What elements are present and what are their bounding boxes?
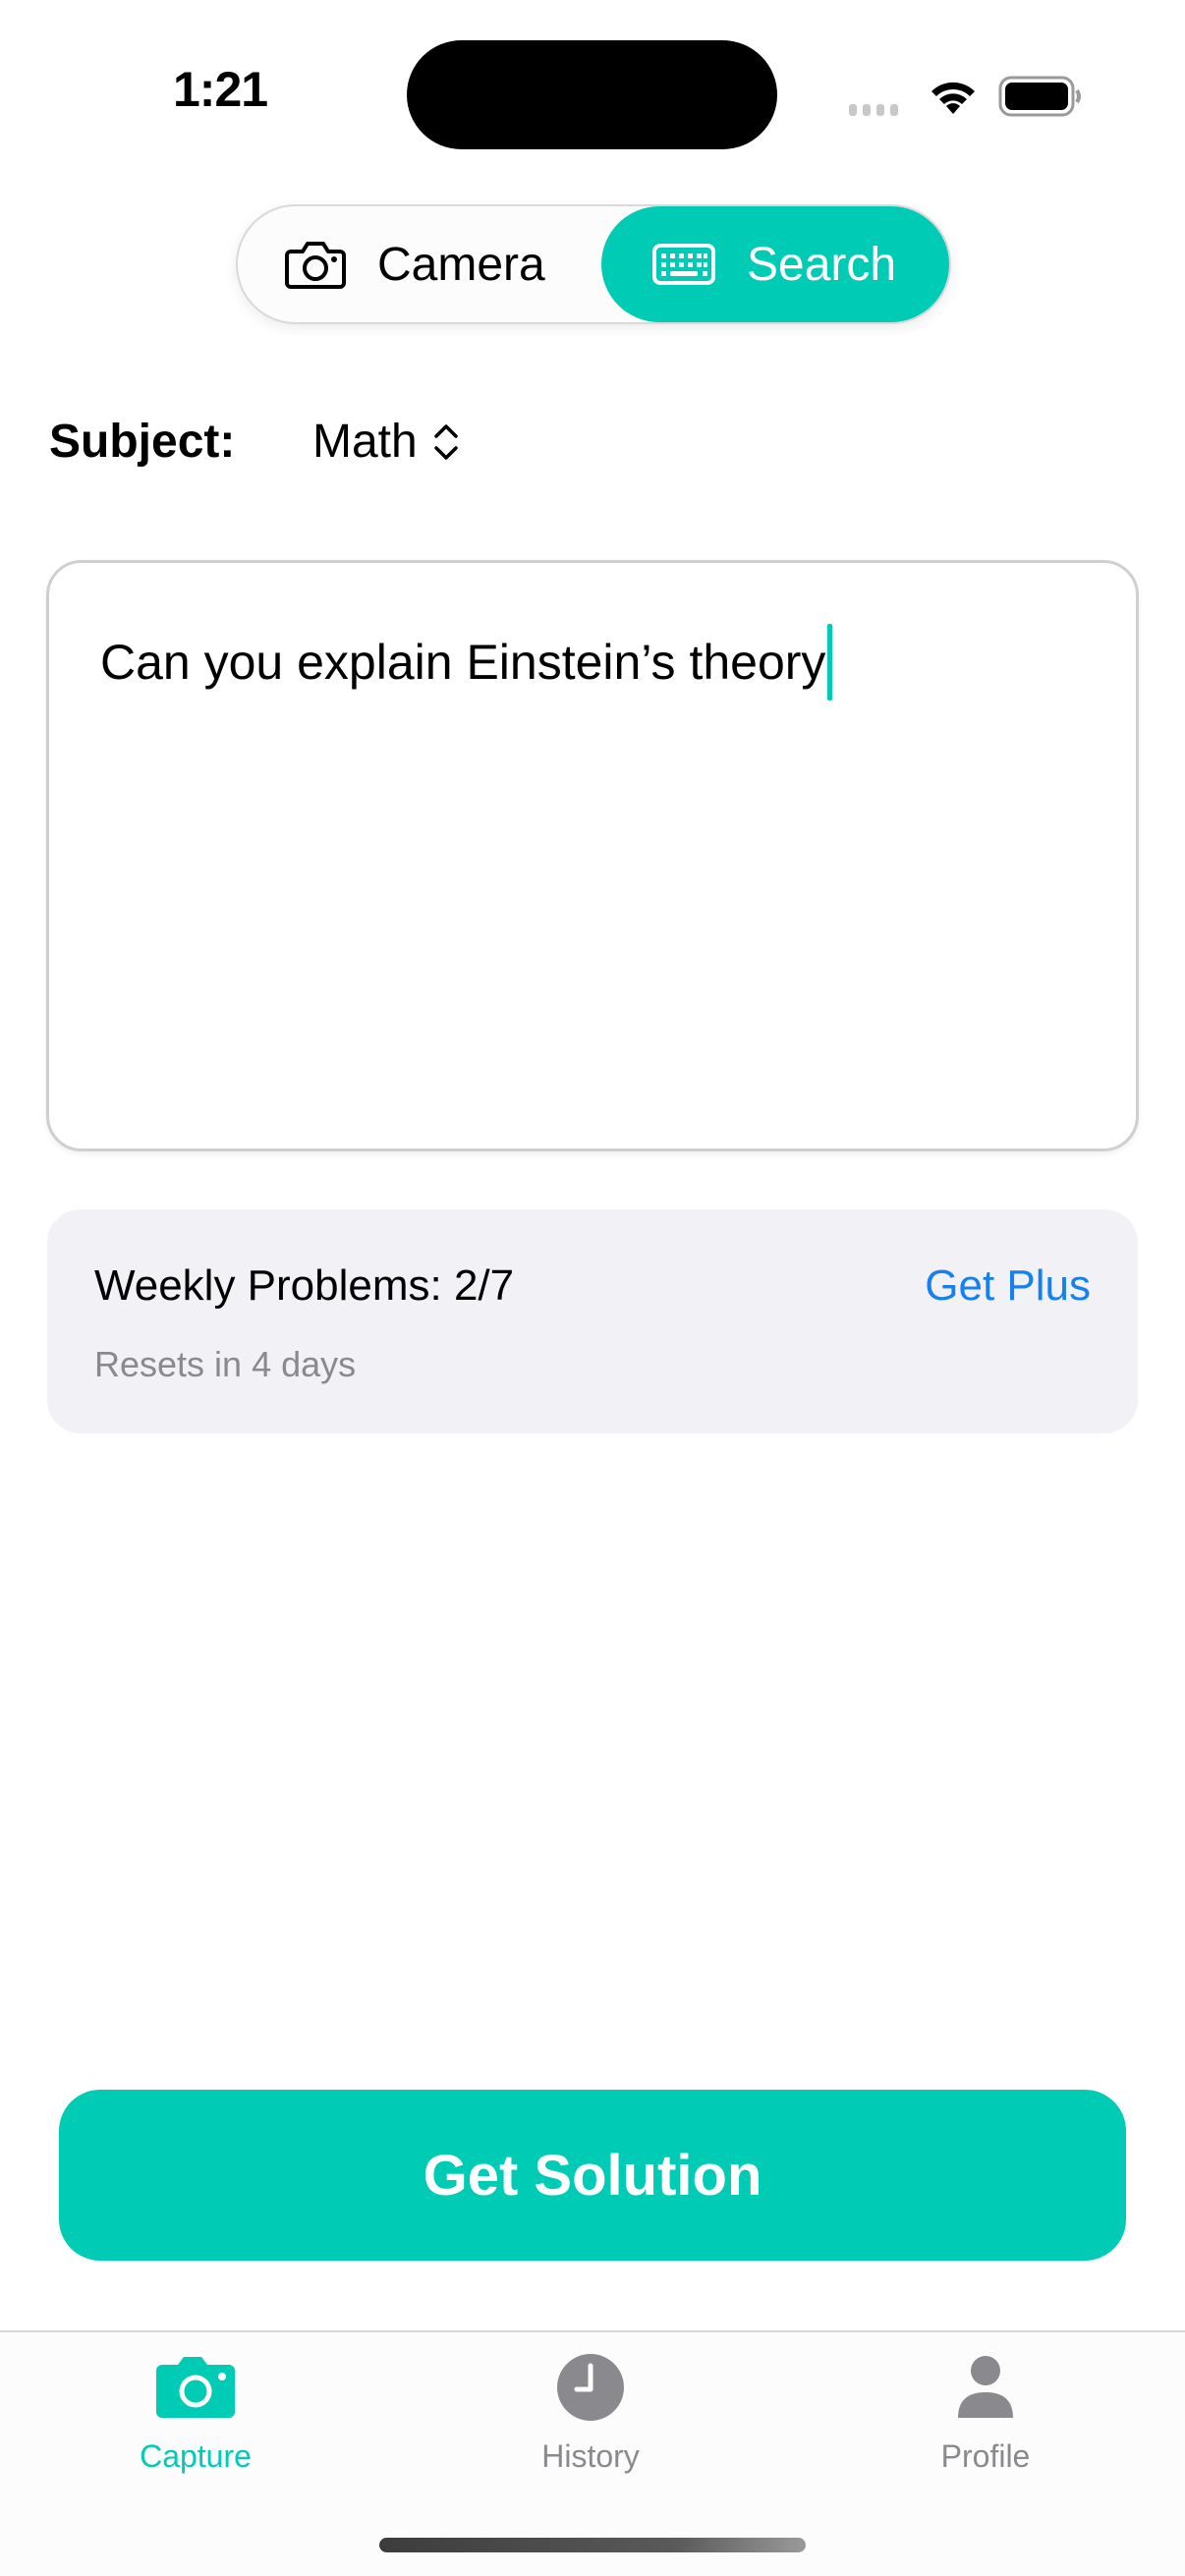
tab-capture-label: Capture	[140, 2438, 252, 2474]
tab-history[interactable]: History	[473, 2352, 708, 2475]
mode-search-label: Search	[747, 238, 897, 291]
clock-fill-icon	[557, 2354, 624, 2421]
question-text: Can you explain Einstein’s theory	[100, 624, 833, 700]
get-solution-button[interactable]: Get Solution	[59, 2090, 1126, 2261]
mode-search-button[interactable]: Search	[601, 206, 949, 322]
camera-icon	[285, 242, 346, 289]
get-plus-link[interactable]: Get Plus	[925, 1261, 1091, 1311]
subject-picker[interactable]: Math	[312, 415, 461, 469]
cellular-signal-icon	[849, 104, 898, 116]
chevron-up-down-icon	[433, 423, 458, 460]
status-time: 1:21	[173, 62, 268, 117]
wifi-icon	[931, 82, 975, 114]
weekly-problems-count: Weekly Problems: 2/7	[94, 1261, 515, 1310]
mode-camera-button[interactable]: Camera	[285, 206, 545, 322]
reset-countdown: Resets in 4 days	[94, 1344, 357, 1384]
battery-icon	[998, 76, 1081, 117]
weekly-usage-card: Weekly Problems: 2/7 Get Plus Resets in …	[47, 1209, 1138, 1433]
tab-profile-label: Profile	[940, 2438, 1031, 2474]
question-textarea[interactable]: Can you explain Einstein’s theory	[46, 560, 1139, 1151]
tab-history-label: History	[541, 2438, 640, 2474]
keyboard-icon	[652, 244, 715, 285]
question-value: Can you explain Einstein’s theory	[100, 635, 826, 690]
tab-capture[interactable]: Capture	[78, 2352, 313, 2475]
text-caret	[827, 624, 833, 700]
person-fill-icon	[958, 2356, 1013, 2418]
mode-segmented-control: Camera Search	[236, 204, 951, 324]
subject-label: Subject:	[49, 416, 236, 468]
tab-profile[interactable]: Profile	[868, 2352, 1103, 2475]
camera-fill-icon	[156, 2357, 235, 2418]
subject-value: Math	[312, 416, 418, 468]
home-indicator[interactable]	[379, 2538, 806, 2552]
dynamic-island	[407, 40, 777, 149]
mode-camera-label: Camera	[377, 238, 545, 291]
